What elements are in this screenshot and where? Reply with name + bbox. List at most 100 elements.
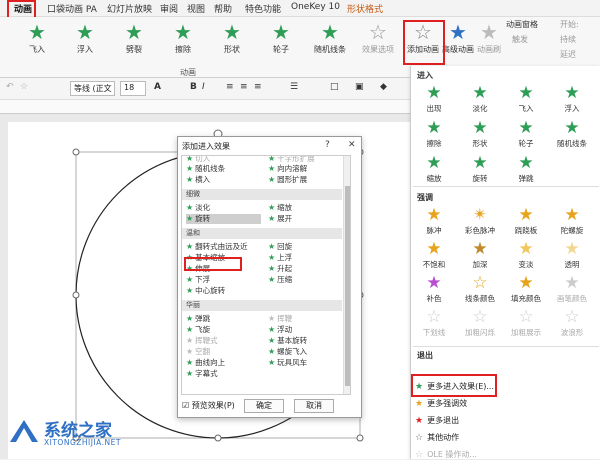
dialog-scrollbar[interactable]	[343, 156, 350, 394]
animation-painter-button[interactable]: ★ 动画刷	[474, 20, 504, 55]
gallery-emphasis-teeter[interactable]: ★ 跷跷板	[505, 206, 547, 236]
italic-icon[interactable]: I	[202, 82, 205, 92]
bullets-icon[interactable]: ☰	[290, 82, 298, 92]
gallery-entrance-fade[interactable]: ★ 淡化	[459, 84, 501, 114]
ole-action-verbs-item[interactable]: ☆ OLE 操作动...	[415, 449, 477, 460]
effect-split-button[interactable]: ★ 劈裂	[112, 20, 156, 55]
undo-icon[interactable]: ↶	[6, 82, 14, 92]
gallery-entrance-random-bars[interactable]: ★ 随机线条	[551, 119, 593, 149]
effect-float-in-button[interactable]: ★ 浮入	[63, 20, 107, 55]
gallery-emphasis-complementary[interactable]: ★ 补色	[413, 274, 455, 304]
effect-fly-in-button[interactable]: ★ 飞入	[15, 20, 59, 55]
gallery-emphasis-bold-flash[interactable]: ☆ 加粗闪烁	[459, 308, 501, 338]
tab-help[interactable]: 帮助	[214, 2, 232, 15]
effect-wipe-button[interactable]: ★ 擦除	[161, 20, 205, 55]
list-item[interactable]: ★ 飞旋	[186, 325, 210, 335]
gallery-emphasis-line-color[interactable]: ☆ 线条颜色	[459, 274, 501, 304]
list-item[interactable]: ★ 曲线向上	[186, 358, 225, 368]
list-item[interactable]: ★ 基本旋转	[268, 336, 307, 346]
align-left-icon[interactable]: ≡	[226, 82, 234, 92]
gallery-entrance-float-in[interactable]: ★ 浮入	[551, 84, 593, 114]
effect-shape-button[interactable]: ★ 形状	[210, 20, 254, 55]
gallery-entrance-zoom[interactable]: ★ 缩放	[413, 154, 455, 184]
animation-pane-button[interactable]: 动画窗格	[506, 19, 538, 30]
tab-shape-format[interactable]: 形状格式	[347, 2, 383, 15]
gallery-emphasis-spin[interactable]: ★ 陀螺旋	[551, 206, 593, 236]
tab-slideshow[interactable]: 幻灯片放映	[107, 2, 152, 15]
ok-button[interactable]: 确定	[244, 399, 284, 413]
align-right-icon[interactable]: ≡	[254, 82, 262, 92]
gallery-entrance-wheel[interactable]: ★ 轮子	[505, 119, 547, 149]
gallery-entrance-bounce[interactable]: ★ 弹跳	[505, 154, 547, 184]
tab-pocket-animation[interactable]: 口袋动画 PA	[47, 2, 97, 15]
list-item[interactable]: ★ 随机线条	[186, 164, 225, 174]
list-item[interactable]: ★ 切入	[186, 156, 210, 164]
gallery-emphasis-underline[interactable]: ☆ 下划线	[413, 308, 455, 338]
effect-list[interactable]: ★ 切入 ★ 十字形扩展 ★ 随机线条 ★ 向内溶解 ★ 横入 ★ 圆形扩展 细微 ★ 淡化 …	[181, 155, 351, 395]
font-name-combo[interactable]: 等线 (正文	[70, 81, 115, 96]
tab-view[interactable]: 视图	[187, 2, 205, 15]
bold-icon[interactable]: B	[190, 82, 197, 92]
gallery-emphasis-grow-shrink[interactable]: ★ 不饱和	[413, 240, 455, 270]
list-item[interactable]: ★ 圆形扩展	[268, 175, 307, 185]
list-item[interactable]: ★ 回旋	[268, 242, 292, 252]
cancel-button[interactable]: 取消	[294, 399, 334, 413]
trigger-button[interactable]: 触发	[512, 34, 528, 45]
list-item[interactable]: ★ 挥鞭式	[186, 336, 218, 346]
gallery-emphasis-bold-reveal[interactable]: ☆ 加粗展示	[505, 308, 547, 338]
arrange-icon[interactable]: ▣	[355, 82, 364, 92]
list-item[interactable]: ★ 空翻	[186, 347, 210, 357]
font-color-icon[interactable]: A	[154, 82, 161, 92]
advanced-animation-button[interactable]: ★ 高级动画	[440, 20, 476, 55]
gallery-emphasis-lighten[interactable]: ★ 变淡	[505, 240, 547, 270]
list-item[interactable]: ★ 压缩	[268, 275, 292, 285]
tab-review[interactable]: 审阅	[160, 2, 178, 15]
gallery-emphasis-darken[interactable]: ★ 加深	[459, 240, 501, 270]
font-size-combo[interactable]: 18	[120, 81, 146, 96]
list-item[interactable]: ★ 缩放	[268, 203, 292, 213]
list-item[interactable]: ★ 玩具风车	[268, 358, 307, 368]
gallery-entrance-wipe[interactable]: ★ 擦除	[413, 119, 455, 149]
effect-wheel-button[interactable]: ★ 轮子	[259, 20, 303, 55]
effect-options-button[interactable]: ☆ 效果选项	[358, 20, 398, 55]
gallery-emphasis-brush-color[interactable]: ★ 画笔颜色	[551, 274, 593, 304]
list-item[interactable]: ★ 下浮	[186, 275, 210, 285]
list-item[interactable]: ★ 淡化	[186, 203, 210, 213]
gallery-emphasis-transparency[interactable]: ★ 透明	[551, 240, 593, 270]
gallery-emphasis-wave[interactable]: ☆ 波浪形	[551, 308, 593, 338]
gallery-emphasis-pulse[interactable]: ★ 脉冲	[413, 206, 455, 236]
dialog-help-button[interactable]: ?	[325, 140, 330, 150]
effect-random-bars-button[interactable]: ★ 随机线条	[308, 20, 352, 55]
gallery-emphasis-color-pulse[interactable]: ✴ 彩色脉冲	[459, 206, 501, 236]
list-item[interactable]: ★ 翻转式由远及近	[186, 242, 248, 252]
list-item-selected[interactable]: ★ 旋转	[186, 214, 261, 224]
list-item[interactable]: ★ 升起	[268, 264, 292, 274]
dialog-close-button[interactable]: ✕	[348, 140, 356, 150]
star-outline-icon[interactable]: ☆	[20, 82, 28, 92]
list-item[interactable]: ★ 十字形扩展	[268, 156, 315, 164]
more-emphasis-effects-item[interactable]: ★ 更多强调效	[415, 398, 467, 409]
shapes-icon[interactable]: □	[330, 82, 339, 92]
list-item[interactable]: ★ 浮动	[268, 325, 292, 335]
fill-icon[interactable]: ◆	[380, 82, 387, 92]
list-item[interactable]: ★ 展开	[268, 214, 292, 224]
list-item[interactable]: ★ 螺旋飞入	[268, 347, 307, 357]
list-item[interactable]: ★ 上浮	[268, 253, 292, 263]
list-item[interactable]: ★ 中心旋转	[186, 286, 225, 296]
gallery-emphasis-fill-color[interactable]: ★ 填充颜色	[505, 274, 547, 304]
gallery-entrance-appear[interactable]: ★ 出现	[413, 84, 455, 114]
scrollbar-thumb[interactable]	[345, 186, 350, 386]
gallery-entrance-fly-in[interactable]: ★ 飞入	[505, 84, 547, 114]
gallery-entrance-shape[interactable]: ★ 形状	[459, 119, 501, 149]
tab-onekey[interactable]: OneKey 10	[291, 2, 340, 12]
more-exit-effects-item[interactable]: ★ 更多退出	[415, 415, 459, 426]
list-item[interactable]: ★ 向内溶解	[268, 164, 307, 174]
preview-checkbox[interactable]: ☑ 预览效果(P)	[182, 400, 235, 411]
list-item[interactable]: ★ 挥鞭	[268, 314, 292, 324]
list-item[interactable]: ★ 字幕式	[186, 369, 218, 379]
list-item[interactable]: ★ 横入	[186, 175, 210, 185]
other-motion-paths-item[interactable]: ☆ 其他动作	[415, 432, 459, 443]
align-center-icon[interactable]: ≡	[240, 82, 248, 92]
list-item[interactable]: ★ 弹跳	[186, 314, 210, 324]
tab-special[interactable]: 特色功能	[245, 2, 281, 15]
